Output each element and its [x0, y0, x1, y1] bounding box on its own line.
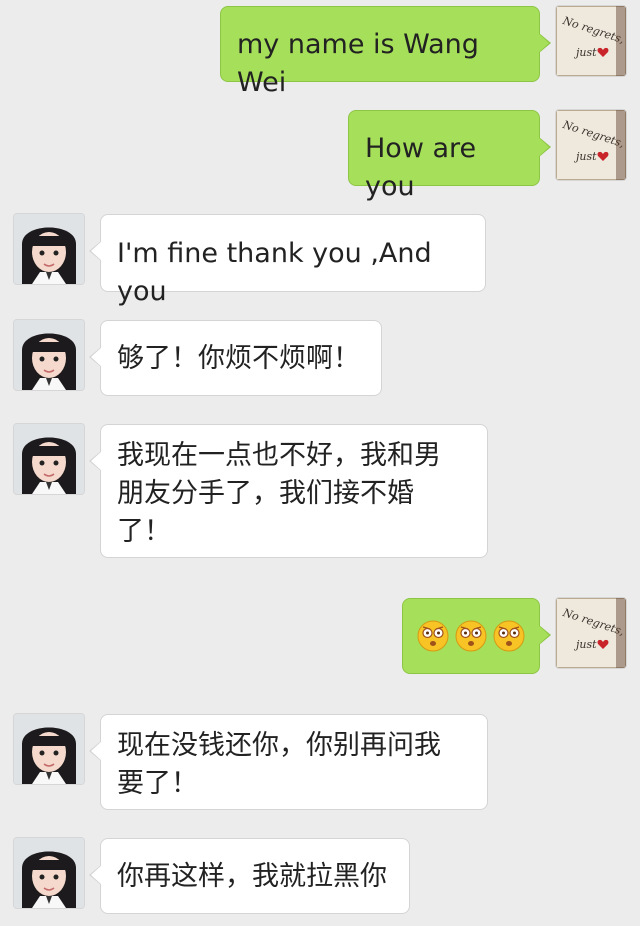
note-avatar-image: No regrets, just [556, 598, 626, 668]
contact-avatar[interactable] [14, 424, 84, 494]
self-avatar[interactable]: No regrets, just [556, 6, 626, 76]
surprised-face-icon [417, 620, 449, 652]
message-text: 现在没钱还你，你别再问我要了！ [117, 730, 441, 799]
outgoing-message-bubble[interactable]: my name is Wang Wei [220, 6, 551, 98]
message-text: How are you [365, 133, 477, 202]
outgoing-message-bubble[interactable]: How are you [348, 110, 551, 202]
self-avatar[interactable]: No regrets, just [556, 110, 626, 180]
surprised-face-icon [455, 620, 487, 652]
note-avatar-image: No regrets, just [556, 110, 626, 180]
message-text: I'm fine thank you ,And you [117, 238, 432, 307]
svg-text:just: just [573, 638, 597, 651]
outgoing-message-bubble[interactable] [402, 598, 551, 674]
contact-avatar[interactable] [14, 838, 84, 908]
self-avatar[interactable]: No regrets, just [556, 598, 626, 668]
emoji-row [417, 617, 525, 655]
incoming-message-bubble[interactable]: 我现在一点也不好，我和男朋友分手了，我们接不婚了！ [89, 424, 488, 558]
message-text: 够了！你烦不烦啊！ [117, 343, 360, 374]
girl-avatar-image [14, 214, 84, 284]
svg-text:just: just [573, 150, 597, 163]
contact-avatar[interactable] [14, 320, 84, 390]
incoming-message-bubble[interactable]: 你再这样，我就拉黑你 [89, 838, 410, 914]
girl-avatar-image [14, 424, 84, 494]
incoming-message-bubble[interactable]: 现在没钱还你，你别再问我要了！ [89, 714, 488, 810]
note-avatar-image: No regrets, just [556, 6, 626, 76]
message-text: 我现在一点也不好，我和男朋友分手了，我们接不婚了！ [117, 440, 441, 547]
surprised-face-icon [493, 620, 525, 652]
message-text: my name is Wang Wei [237, 29, 479, 98]
contact-avatar[interactable] [14, 714, 84, 784]
svg-text:just: just [573, 46, 597, 59]
incoming-message-bubble[interactable]: 够了！你烦不烦啊！ [89, 320, 382, 396]
contact-avatar[interactable] [14, 214, 84, 284]
girl-avatar-image [14, 714, 84, 784]
girl-avatar-image [14, 838, 84, 908]
girl-avatar-image [14, 320, 84, 390]
incoming-message-bubble[interactable]: I'm fine thank you ,And you [89, 214, 486, 307]
message-text: 你再这样，我就拉黑你 [117, 861, 387, 892]
